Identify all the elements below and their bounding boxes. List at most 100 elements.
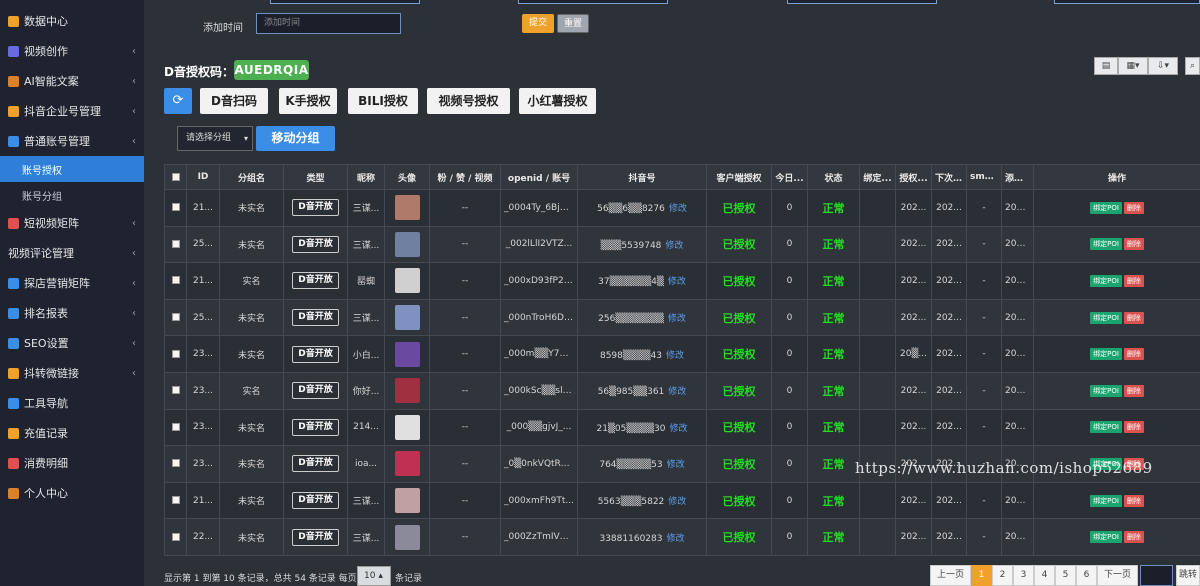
checkbox-icon[interactable]	[171, 203, 180, 212]
edit-link[interactable]: 修改	[666, 351, 684, 361]
platform-auth-button[interactable]: 视频号授权	[427, 88, 510, 114]
platform-auth-button[interactable]: 小红薯授权	[519, 88, 596, 114]
move-group-button[interactable]: 移动分组	[256, 126, 335, 151]
sidebar-item-tools[interactable]: 工具导航	[0, 388, 144, 418]
page-button[interactable]: 1	[971, 565, 993, 586]
delete-button[interactable]: 删除	[1123, 201, 1144, 214]
page-jump-input[interactable]	[1140, 565, 1173, 586]
delete-button[interactable]: 删除	[1123, 494, 1144, 507]
platform-auth-button[interactable]: D音扫码	[200, 88, 268, 114]
columns-icon[interactable]: ▦▾	[1118, 57, 1148, 75]
bind-poi-button[interactable]: 绑定POI	[1090, 384, 1122, 397]
search-icon[interactable]: ⌕	[1185, 57, 1200, 75]
delete-button[interactable]: 删除	[1123, 384, 1144, 397]
sidebar-item-user[interactable]: 个人中心	[0, 478, 144, 508]
toggle-view-icon[interactable]: ▤	[1094, 57, 1118, 75]
sidebar-item-enterprise[interactable]: 抖音企业号管理 ‹	[0, 96, 144, 126]
bind-poi-button[interactable]: 绑定POI	[1090, 348, 1122, 361]
row-checkbox-cell[interactable]	[164, 481, 187, 520]
page-size-select[interactable]: 10 ▴	[357, 566, 391, 586]
checkbox-icon[interactable]	[171, 239, 180, 248]
reset-button[interactable]: 重置	[557, 14, 589, 33]
row-checkbox-cell[interactable]	[164, 518, 187, 556]
edit-link[interactable]: 修改	[668, 497, 686, 507]
sidebar-subitem-1[interactable]: 账号分组	[0, 182, 144, 208]
bind-poi-button[interactable]: 绑定POI	[1090, 238, 1122, 251]
bind-poi-button[interactable]: 绑定POI	[1090, 274, 1122, 287]
sidebar-item-rank[interactable]: 排名报表 ‹	[0, 298, 144, 328]
page-jump-button[interactable]: 跳转	[1176, 565, 1200, 586]
group-select[interactable]: 请选择分组 ▾	[177, 126, 253, 151]
row-checkbox-cell[interactable]	[164, 335, 187, 373]
delete-button[interactable]: 删除	[1123, 238, 1144, 251]
checkbox-icon[interactable]	[171, 532, 180, 541]
add-time-input[interactable]: 添加时间	[256, 13, 401, 34]
top-input-3[interactable]	[787, 0, 937, 4]
top-input-2[interactable]	[518, 0, 668, 4]
prev-page-button[interactable]: 上一页	[930, 565, 972, 586]
bind-poi-button[interactable]: 绑定POI	[1090, 494, 1122, 507]
checkbox-icon[interactable]	[171, 276, 180, 285]
sidebar-item-comments[interactable]: 视频评论管理 ‹	[0, 238, 144, 268]
checkbox-icon[interactable]	[171, 349, 180, 358]
checkbox-icon[interactable]	[171, 313, 180, 322]
edit-link[interactable]: 修改	[668, 314, 686, 324]
row-checkbox-cell[interactable]	[164, 298, 187, 337]
sidebar-item-shop[interactable]: 探店营销矩阵 ‹	[0, 268, 144, 298]
bind-poi-button[interactable]: 绑定POI	[1090, 311, 1122, 324]
row-checkbox-cell[interactable]	[164, 262, 187, 300]
delete-button[interactable]: 删除	[1123, 348, 1144, 361]
sidebar-item-link[interactable]: 抖转微链接 ‹	[0, 358, 144, 388]
row-checkbox-cell[interactable]	[164, 189, 187, 227]
edit-link[interactable]: 修改	[668, 277, 686, 287]
sidebar-item-seo[interactable]: SEO设置 ‹	[0, 328, 144, 358]
page-button[interactable]: 5	[1055, 565, 1077, 586]
edit-link[interactable]: 修改	[665, 241, 683, 251]
bind-poi-button[interactable]: 绑定POI	[1090, 531, 1122, 544]
sidebar-item-video[interactable]: 视频创作 ‹	[0, 36, 144, 66]
status-badge: 正常	[822, 384, 845, 398]
row-checkbox-cell[interactable]	[164, 445, 187, 483]
edit-link[interactable]: 修改	[667, 460, 685, 470]
checkbox-icon[interactable]	[171, 172, 180, 181]
row-checkbox-cell[interactable]	[164, 408, 187, 447]
bind-poi-button[interactable]: 绑定POI	[1090, 421, 1122, 434]
sidebar-subitem-0[interactable]: 账号授权	[0, 156, 144, 182]
sidebar-item-matrix[interactable]: 短视频矩阵 ‹	[0, 208, 144, 238]
sidebar-item-ai[interactable]: AI智能文案 ‹	[0, 66, 144, 96]
checkbox-icon[interactable]	[171, 459, 180, 468]
delete-button[interactable]: 删除	[1123, 311, 1144, 324]
refresh-icon[interactable]: ⟳	[164, 88, 192, 114]
page-button[interactable]: 3	[1013, 565, 1035, 586]
select-all-checkbox[interactable]	[164, 164, 187, 190]
bind-poi-button[interactable]: 绑定POI	[1090, 201, 1122, 214]
edit-link[interactable]: 修改	[668, 387, 686, 397]
edit-link[interactable]: 修改	[669, 424, 687, 434]
cell-nickname: 三谋...	[347, 481, 385, 520]
sidebar-item-recharge[interactable]: 充值记录	[0, 418, 144, 448]
checkbox-icon[interactable]	[171, 496, 180, 505]
checkbox-icon[interactable]	[171, 386, 180, 395]
edit-link[interactable]: 修改	[669, 204, 687, 214]
edit-link[interactable]: 修改	[666, 534, 684, 544]
top-input-4[interactable]	[1054, 0, 1200, 4]
delete-button[interactable]: 删除	[1123, 421, 1144, 434]
row-checkbox-cell[interactable]	[164, 225, 187, 264]
page-button[interactable]: 6	[1076, 565, 1098, 586]
platform-auth-button[interactable]: BILI授权	[348, 88, 418, 114]
page-button[interactable]: 4	[1034, 565, 1056, 586]
sidebar-item-account[interactable]: 普通账号管理 ‹	[0, 126, 144, 156]
delete-button[interactable]: 删除	[1123, 274, 1144, 287]
cell-actions: 绑定POI 删除	[1033, 335, 1200, 373]
row-checkbox-cell[interactable]	[164, 371, 187, 410]
delete-button[interactable]: 删除	[1123, 531, 1144, 544]
top-input-1[interactable]	[270, 0, 420, 4]
export-icon[interactable]: ⇩▾	[1148, 57, 1178, 75]
submit-button[interactable]: 提交	[522, 14, 554, 33]
checkbox-icon[interactable]	[171, 422, 180, 431]
platform-auth-button[interactable]: K手授权	[279, 88, 337, 114]
next-page-button[interactable]: 下一页	[1097, 565, 1139, 586]
page-button[interactable]: 2	[992, 565, 1014, 586]
sidebar-item-consume[interactable]: 消费明细	[0, 448, 144, 478]
sidebar-item-chart[interactable]: 数据中心	[0, 6, 144, 36]
